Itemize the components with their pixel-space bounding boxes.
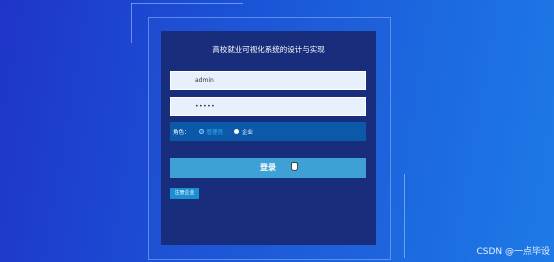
role-option-company-label: 企业	[242, 129, 254, 136]
role-option-company[interactable]: 企业	[234, 128, 253, 136]
username-input[interactable]: admin	[170, 71, 366, 90]
decorative-line-right	[404, 174, 405, 258]
role-label: 角色：	[173, 129, 190, 136]
mouse-cursor-icon	[291, 162, 298, 171]
role-option-admin[interactable]: 管理员	[198, 128, 224, 136]
radio-checked-icon[interactable]	[198, 129, 204, 134]
register-company-button[interactable]: 注册企业	[170, 188, 199, 199]
role-option-admin-label: 管理员	[206, 129, 224, 136]
page-title: 高校就业可视化系统的设计与实现	[212, 45, 325, 54]
decorative-line-top	[131, 3, 243, 4]
role-selector: 角色： 管理员 企业	[170, 122, 366, 141]
password-input[interactable]: •••••	[170, 97, 366, 116]
watermark: CSDN @一点毕设	[476, 247, 550, 257]
radio-unchecked-icon[interactable]	[234, 129, 240, 134]
login-panel: 高校就业可视化系统的设计与实现 admin ••••• 角色： 管理员 企业 登…	[161, 31, 376, 245]
decorative-line-left	[131, 3, 132, 43]
login-button-label: 登录	[260, 163, 276, 172]
login-button[interactable]: 登录	[170, 158, 366, 178]
